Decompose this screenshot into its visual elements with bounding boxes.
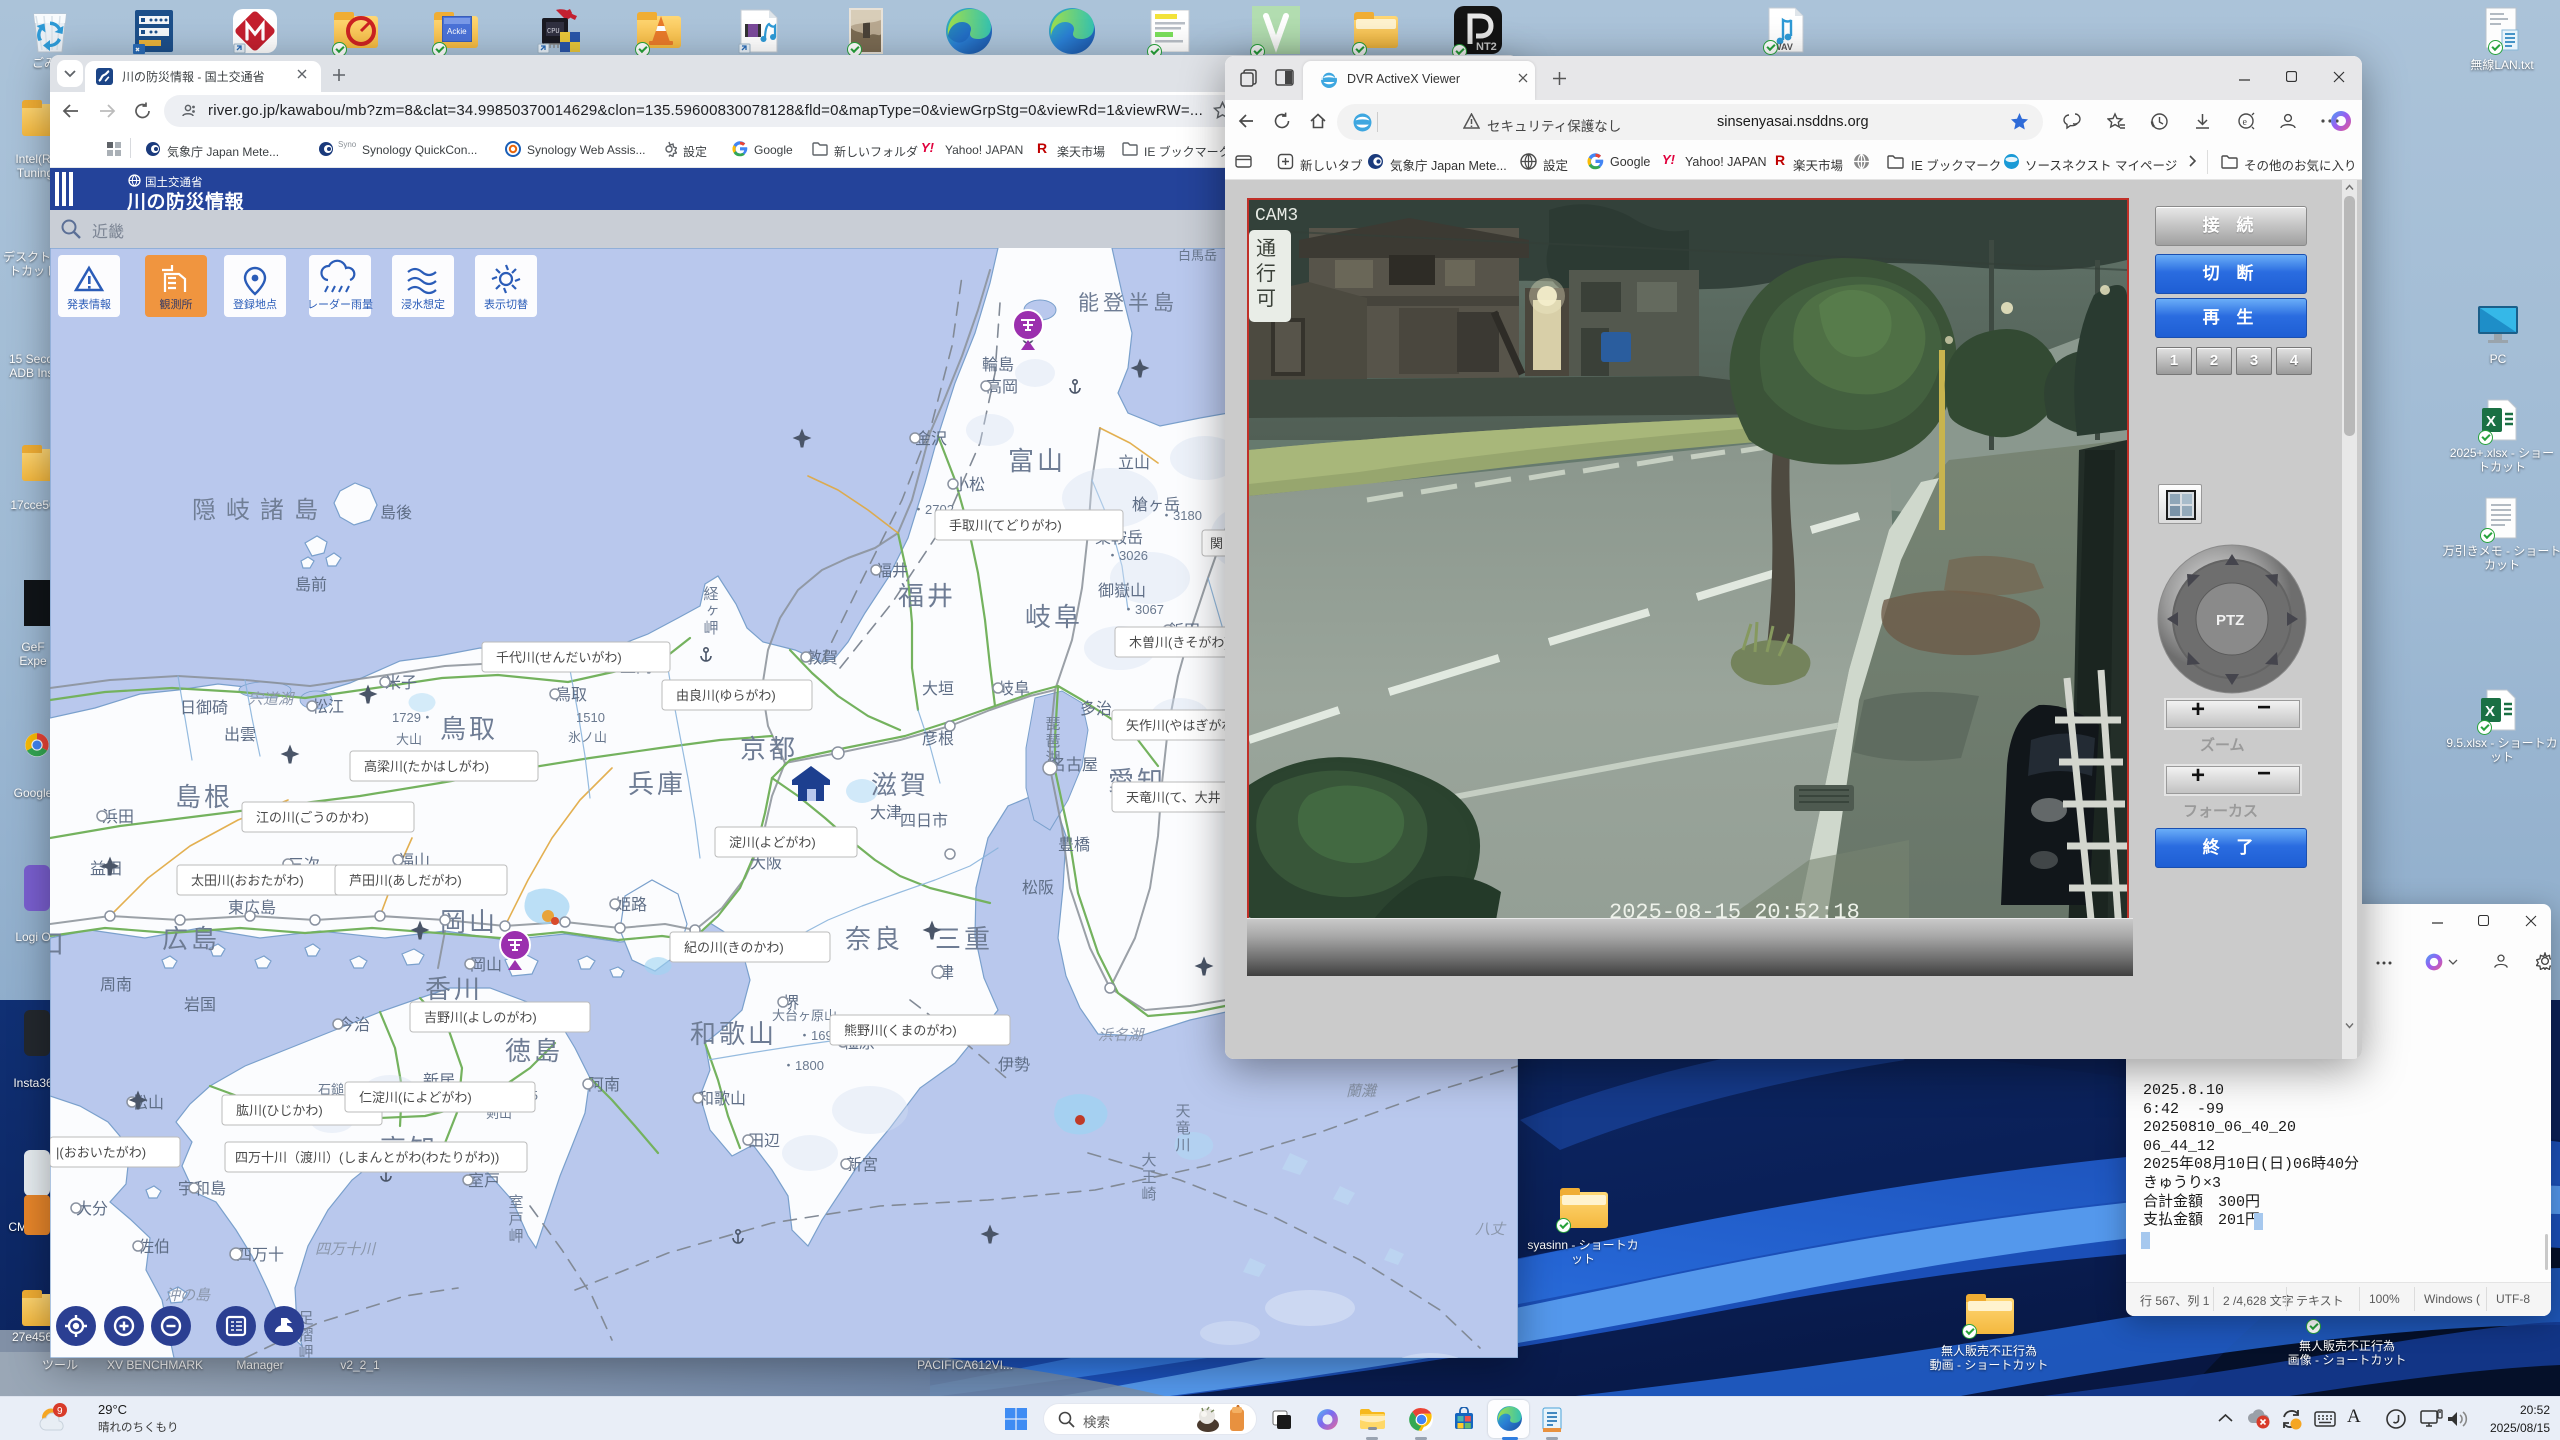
svg-text:芦田川(あしだがわ): 芦田川(あしだがわ) [349,873,462,888]
svg-text:宇和島: 宇和島 [178,1180,226,1198]
svg-text:松阪: 松阪 [1022,879,1054,897]
svg-text:X: X [2485,703,2495,720]
svg-text:室戸岬: 室戸岬 [507,1194,524,1245]
svg-text:島後: 島後 [380,504,412,522]
svg-text:大山: 大山 [396,732,422,747]
svg-text:由良川(ゆらがわ): 由良川(ゆらがわ) [676,688,776,703]
svg-text:奈良: 奈良 [845,924,903,954]
svg-text:立山: 立山 [1118,454,1150,472]
svg-text:浸水想定: 浸水想定 [401,297,445,311]
svg-text:彦根: 彦根 [922,730,954,748]
svg-text:鳥取: 鳥取 [440,714,498,744]
svg-text:経ヶ岬: 経ヶ岬 [702,586,719,637]
svg-text:能登半島: 能登半島 [1078,292,1178,315]
svg-text:琵琶湖: 琵琶湖 [1044,716,1061,767]
svg-text:千代川(せんだいがわ): 千代川(せんだいがわ) [496,650,622,665]
svg-text:・3180: ・3180 [1160,508,1202,523]
svg-text:・3026: ・3026 [1106,548,1148,563]
svg-text:X: X [2486,413,2496,430]
svg-text:仁淀川(によどがわ): 仁淀川(によどがわ) [359,1090,472,1105]
svg-text:発表情報: 発表情報 [67,297,111,311]
svg-text:手取川(てどりがわ): 手取川(てどりがわ) [949,518,1062,533]
svg-text:伊勢: 伊勢 [998,1056,1030,1074]
svg-text:福井: 福井 [898,581,956,611]
svg-text:NT2: NT2 [1476,41,1497,53]
svg-text:肱川(ひじかわ): 肱川(ひじかわ) [236,1103,323,1118]
svg-text:大津: 大津 [870,804,902,822]
svg-text:口: 口 [50,929,67,959]
svg-text:江の川(ごうのかわ): 江の川(ごうのかわ) [256,810,369,825]
svg-text:PTZ: PTZ [2216,612,2244,629]
svg-text:Ackie: Ackie [447,27,467,36]
svg-text:沖の島: 沖の島 [165,1287,211,1304]
svg-text:岐阜: 岐阜 [1025,602,1083,632]
svg-text:熊野川(くまのがわ): 熊野川(くまのがわ) [844,1023,957,1038]
svg-text:吉野川(よしのがわ): 吉野川(よしのがわ) [424,1010,537,1025]
svg-text:岩国: 岩国 [184,996,216,1014]
svg-text:浜名湖: 浜名湖 [1098,1027,1145,1044]
svg-text:多治: 多治 [1080,700,1112,718]
svg-text:輪島: 輪島 [982,356,1014,374]
svg-text:兵庫: 兵庫 [628,769,686,799]
svg-text:9: 9 [57,1406,63,1417]
svg-text:可: 可 [1256,288,1276,310]
svg-text:島前: 島前 [295,576,327,594]
svg-text:出雲: 出雲 [224,726,256,744]
svg-text:日御碕: 日御碕 [180,699,228,717]
svg-text:高梁川(たかはしがわ): 高梁川(たかはしがわ) [364,759,489,774]
svg-text:豊橋: 豊橋 [1058,836,1090,854]
svg-text:氷ノ山: 氷ノ山 [568,730,607,745]
svg-text:四万十川（渡川）(しまんとがわ(わたりがわ)): 四万十川（渡川）(しまんとがわ(わたりがわ)) [235,1150,499,1165]
svg-text:島根: 島根 [175,782,233,812]
svg-text:淀川(よどがわ): 淀川(よどがわ) [729,835,816,850]
svg-text:滋賀: 滋賀 [871,770,929,800]
svg-text:京都: 京都 [740,734,798,764]
svg-text:行: 行 [1256,262,1276,285]
svg-text:和歌山: 和歌山 [698,1090,746,1108]
svg-text:レーダー雨量: レーダー雨量 [307,297,373,311]
svg-text:広島: 広島 [162,924,220,954]
svg-text:1729・: 1729・ [392,710,434,725]
svg-text:CPU: CPU [547,28,560,36]
svg-text:矢作川(やはぎがわ): 矢作川(やはぎがわ) [1126,718,1239,733]
svg-text:紀の川(きのかわ): 紀の川(きのかわ) [684,940,784,955]
svg-text:|(おおいたがわ): |(おおいたがわ) [56,1145,146,1160]
svg-text:御嶽山: 御嶽山 [1098,582,1146,600]
svg-text:和歌山: 和歌山 [690,1019,777,1049]
svg-text:隠岐諸島: 隠岐諸島 [192,497,328,524]
svg-text:富山: 富山 [1008,446,1066,476]
svg-text:四万十: 四万十 [236,1246,284,1264]
svg-text:宍道湖: 宍道湖 [248,691,295,708]
svg-text:・3067: ・3067 [1122,602,1164,617]
svg-text:蘭灘: 蘭灘 [1346,1083,1378,1100]
svg-text:表示切替: 表示切替 [484,297,528,311]
svg-text:大王崎: 大王崎 [1140,1152,1157,1203]
svg-text:四日市: 四日市 [900,812,948,830]
svg-text:e: e [2243,117,2248,128]
svg-text:大垣: 大垣 [922,680,954,698]
svg-text:徳島: 徳島 [505,1036,563,1066]
svg-text:周南: 周南 [100,976,132,994]
svg-text:大台ヶ原山: 大台ヶ原山 [772,1008,837,1023]
svg-text:通: 通 [1256,237,1276,260]
svg-text:八丈: 八丈 [1475,1221,1507,1238]
svg-text:四万十川: 四万十川 [315,1241,377,1258]
svg-text:天竜川: 天竜川 [1174,1103,1191,1154]
svg-text:三重: 三重 [935,924,993,954]
svg-text:木曽川(きそがわ): 木曽川(きそがわ) [1129,635,1229,650]
svg-text:白馬岳: 白馬岳 [1178,248,1217,263]
svg-text:天竜川(て、大井: 天竜川(て、大井 [1126,790,1221,805]
svg-text:・1800: ・1800 [782,1058,824,1073]
svg-text:CAM3: CAM3 [1255,206,1298,226]
svg-text:関: 関 [1210,536,1223,551]
svg-text:益田: 益田 [90,860,122,878]
svg-text:香川: 香川 [425,974,483,1004]
svg-text:1510: 1510 [576,710,605,725]
svg-text:太田川(おおたがわ): 太田川(おおたがわ) [191,873,304,888]
svg-text:観測所: 観測所 [160,297,193,311]
svg-text:登録地点: 登録地点 [233,297,277,311]
